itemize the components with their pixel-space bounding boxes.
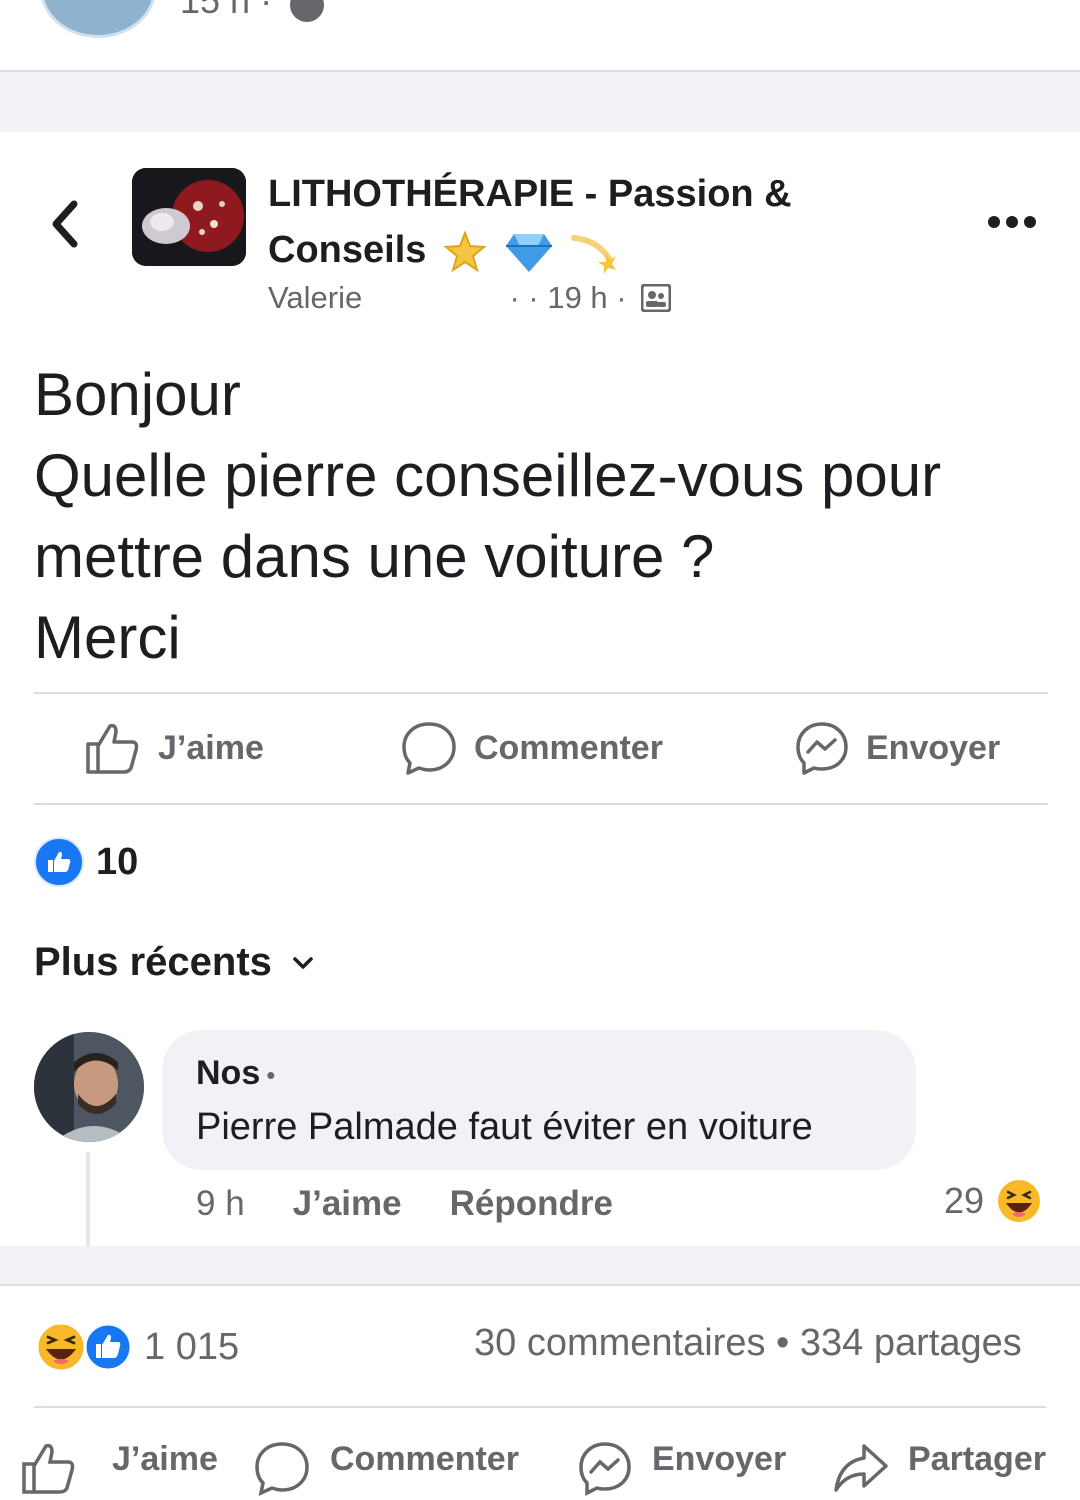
like-count-value: 10 [96,840,139,883]
back-arrow-icon[interactable] [46,196,86,252]
comment-actions: 9 h J’aime Répondre [196,1184,661,1224]
comment-reply-button[interactable]: Répondre [450,1184,613,1224]
group-name[interactable]: LITHOTHÉRAPIE - Passion & Conseils [268,166,948,278]
gem-icon [505,233,552,272]
post-line: Merci [34,604,181,671]
haha-and-like-reactions-icon [35,1321,132,1373]
comment-reactions[interactable]: 29 [944,1178,1042,1224]
bottom-share-label: Partager [908,1440,1046,1478]
feed-separator [0,72,1080,132]
author-separator-dot: • [266,1060,276,1090]
profile-photo-icon [34,1032,144,1142]
chevron-down-icon [293,956,313,969]
thread-line [86,1152,90,1246]
comment-sort-dropdown[interactable]: Plus récents [34,940,314,985]
messenger-icon [796,722,848,775]
comment-label: Commenter [474,728,663,767]
send-button[interactable]: Envoyer [794,716,1000,780]
share-icon [834,1444,888,1492]
bottom-share-button[interactable]: Partager [832,1440,1046,1500]
comment-text: Pierre Palmade faut éviter en voiture [196,1106,813,1148]
divider [34,803,1048,805]
bottom-comment-label: Commenter [330,1440,519,1478]
like-label: J’aime [158,728,264,767]
previous-post-header: 15 h · [0,0,1080,70]
comment-time[interactable]: 9 h [196,1184,245,1224]
post-line: Bonjour [34,361,241,428]
messenger-icon [579,1442,631,1496]
divider [34,1406,1046,1408]
comments-shares-count[interactable]: 30 commentaires • 334 partages [474,1322,1022,1365]
comment-author[interactable]: Nos • [196,1054,275,1093]
shooting-star-icon [571,234,617,274]
haha-reaction-icon [998,1180,1041,1222]
members-audience-icon [641,283,672,312]
reaction-count[interactable]: 10 [34,837,139,887]
previous-post-time: 15 h · [180,0,273,21]
commenter-avatar[interactable] [34,1032,144,1142]
bottom-comment-button[interactable]: Commenter [252,1440,519,1500]
post-meta: Valerie · · 19 h · [268,278,672,316]
globe-icon [290,0,324,22]
group-avatar[interactable] [132,168,246,266]
post-time[interactable]: · · 19 h · [509,280,626,315]
sort-label: Plus récents [34,940,272,984]
comment-button[interactable]: Commenter [400,716,663,780]
thumbs-up-icon [86,723,139,774]
post-body: Bonjour Quelle pierre conseillez-vous po… [34,354,1044,678]
feed-separator [0,1246,1080,1286]
crystal-photo-icon [132,168,246,266]
post-line: mettre dans une voiture ? [34,523,715,590]
author-name[interactable]: Valerie [268,280,362,315]
previous-post-avatar[interactable] [40,0,156,38]
comment-bubble[interactable] [162,1030,916,1170]
post-line: Quelle pierre conseillez-vous pour [34,442,942,509]
comment-author-name[interactable]: Nos [196,1054,260,1092]
thumbs-up-icon [22,1443,75,1494]
divider [34,692,1048,694]
bottom-send-label: Envoyer [652,1440,787,1478]
comment-reaction-count: 29 [944,1180,985,1221]
total-reactions: 1 015 [144,1325,240,1368]
comment-icon [402,722,456,775]
send-label: Envoyer [866,728,1001,767]
post-reactions-summary[interactable]: 1 015 [34,1320,239,1374]
like-reaction-icon [34,837,84,887]
more-options-icon[interactable] [986,212,1038,232]
bottom-like-label: J’aime [112,1440,218,1478]
like-button[interactable]: J’aime [84,716,264,780]
comment-like-button[interactable]: J’aime [293,1184,402,1224]
glowing-star-icon [443,230,487,273]
comment-icon [255,1442,309,1496]
bottom-send-button[interactable]: Envoyer [576,1440,786,1500]
bottom-like-button[interactable]: J’aime [20,1440,218,1500]
